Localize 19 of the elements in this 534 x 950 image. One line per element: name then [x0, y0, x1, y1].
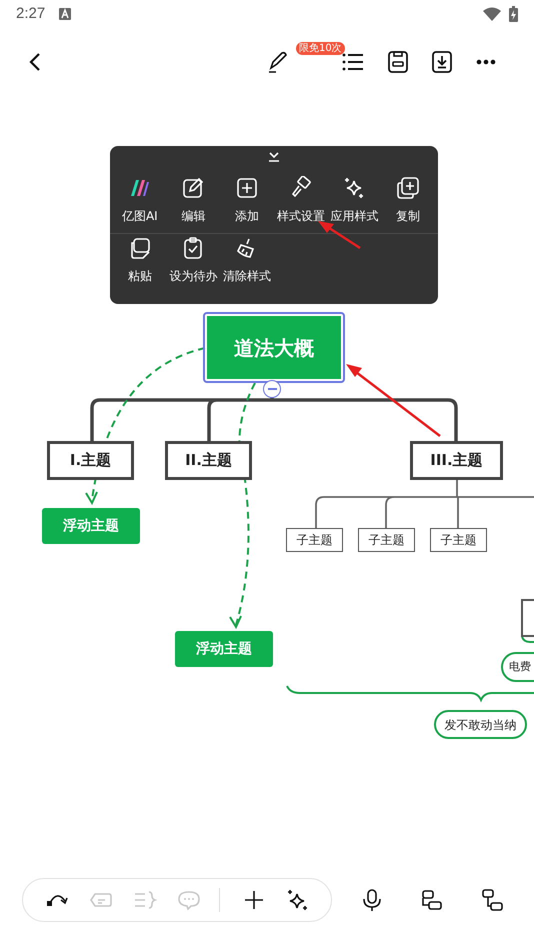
topic-node[interactable]: I.主题 — [47, 441, 134, 480]
subtopic-node[interactable]: 子主题 — [286, 528, 343, 552]
status-time: 2:27 — [16, 4, 46, 24]
menu-item[interactable]: 亿图AI — [122, 208, 158, 224]
menu-item[interactable]: 粘贴 — [128, 268, 152, 284]
menu-item[interactable]: 应用样式 — [330, 208, 378, 224]
menu-item[interactable]: 样式设置 — [276, 208, 325, 224]
subtopic-node[interactable]: 子主题 — [430, 528, 487, 552]
subtopic-node[interactable]: 子主题 — [358, 528, 415, 552]
topic-node[interactable]: 电费 — [501, 652, 534, 682]
menu-item[interactable]: 添加 — [235, 208, 260, 224]
menu-item[interactable]: 编辑 — [181, 208, 206, 224]
summary-node[interactable]: 发不敢动当纳 — [434, 710, 527, 739]
promo-badge: 限免10次 — [296, 42, 345, 55]
menu-item[interactable]: 清除样式 — [223, 268, 272, 284]
menu-item[interactable]: 复制 — [396, 208, 420, 224]
menu-item[interactable]: 设为待办 — [169, 268, 218, 284]
topic-node[interactable]: II.主题 — [165, 441, 252, 480]
topic-node[interactable]: III.主题 — [410, 441, 503, 480]
